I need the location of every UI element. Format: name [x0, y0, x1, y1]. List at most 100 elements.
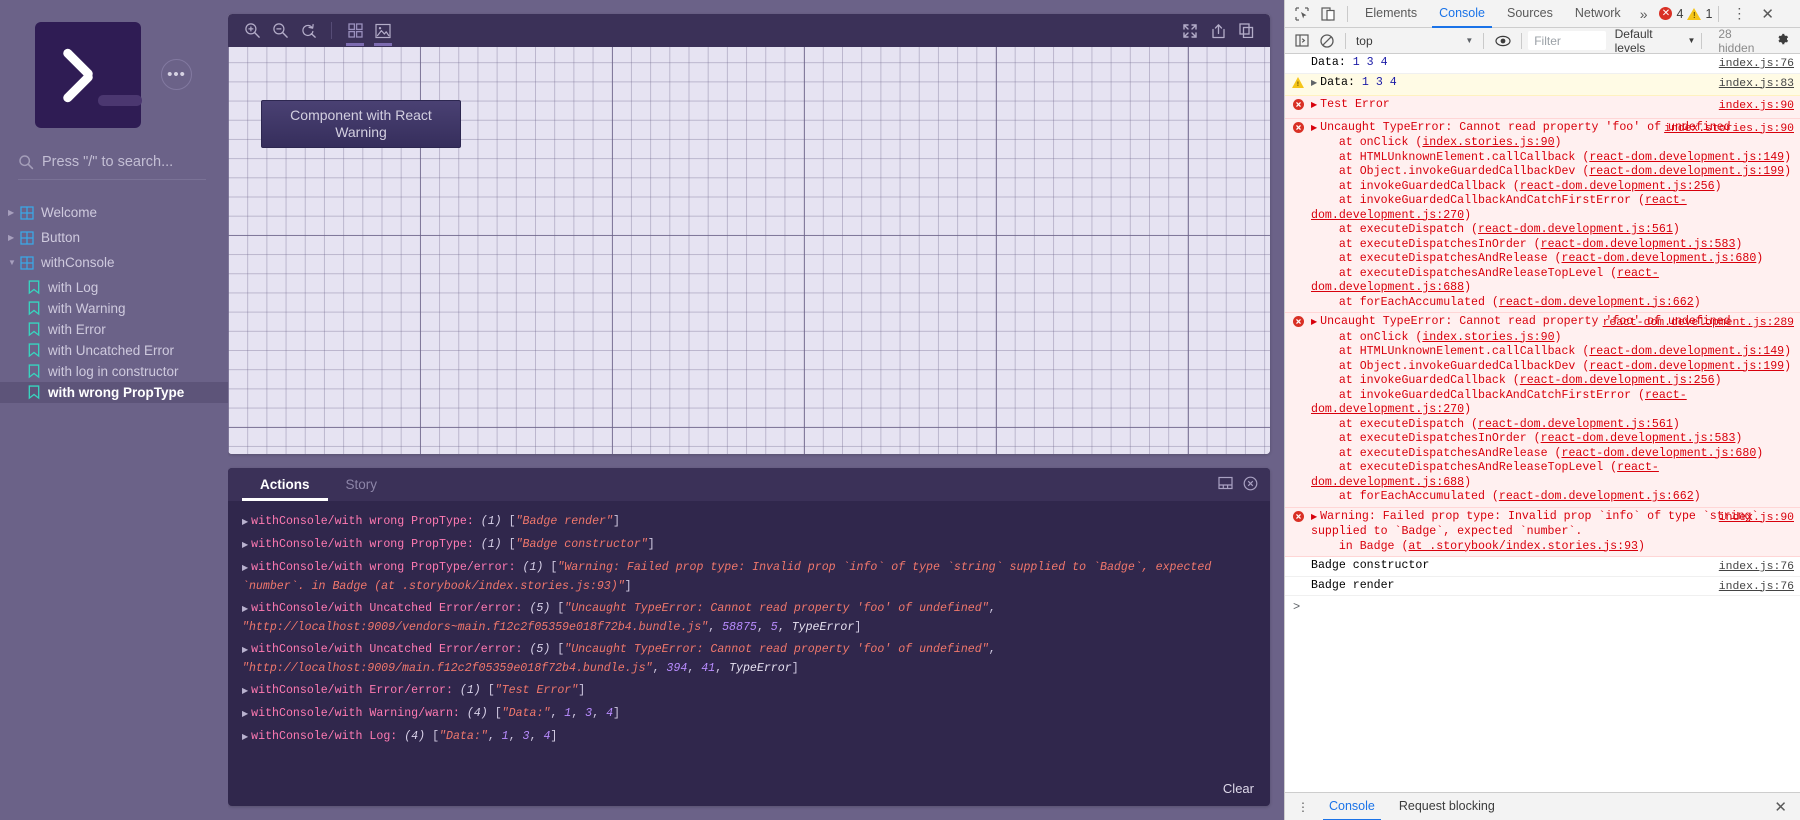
chevron-right-icon[interactable]: ▶ [242, 710, 248, 719]
chevron-right-icon[interactable]: ▶ [242, 541, 248, 550]
tab-elements[interactable]: Elements [1354, 0, 1428, 28]
source-link[interactable]: react-dom.development.js:199 [1589, 165, 1784, 178]
source-link[interactable]: react-dom.development.js:256 [1520, 374, 1715, 387]
source-link[interactable]: index.js:90 [1719, 511, 1794, 526]
sidebar-item-welcome[interactable]: ▶ Welcome [0, 202, 228, 223]
drawer-more-icon[interactable]: ⋮ [1289, 801, 1317, 813]
console-sidebar-icon[interactable] [1289, 29, 1314, 53]
source-link[interactable]: react-dom.development.js:561 [1478, 418, 1673, 431]
open-in-new-tab-icon[interactable] [1204, 17, 1232, 45]
filter-input[interactable]: Filter [1528, 31, 1606, 50]
sidebar-item-with-error[interactable]: with Error [0, 319, 228, 340]
log-levels-select[interactable]: Default levels ▼ [1615, 27, 1696, 55]
ellipsis-icon[interactable]: ••• [161, 59, 192, 90]
source-link[interactable]: index.js:76 [1719, 57, 1794, 72]
console-message-err[interactable]: ▶ Test Error index.js:90 [1285, 96, 1800, 119]
source-link[interactable]: react-dom.development.js:149 [1589, 345, 1784, 358]
source-link[interactable]: index.js:83 [1719, 77, 1794, 92]
action-log-entry[interactable]: ▶ withConsole/with Warning/warn: (4) ["Da… [228, 703, 1270, 726]
console-message-log[interactable]: Data: 1 3 4 index.js:76 [1285, 54, 1800, 74]
source-link[interactable]: index.stories.js:90 [1664, 122, 1794, 137]
console-message-err[interactable]: ▶ Uncaught TypeError: Cannot read propert… [1285, 313, 1800, 508]
image-background-icon[interactable] [369, 17, 397, 46]
grid-background-icon[interactable] [341, 17, 369, 46]
source-link[interactable]: react-dom.development.js:289 [1603, 316, 1794, 331]
source-link[interactable]: index.js:90 [1719, 99, 1794, 114]
source-link[interactable]: react-dom.development.js:680 [1561, 447, 1756, 460]
chevron-right-icon[interactable]: ▶ [242, 733, 248, 742]
expand-triangle-icon[interactable]: ▶ [1311, 318, 1317, 327]
zoom-reset-icon[interactable] [294, 17, 322, 45]
fullscreen-icon[interactable] [1176, 17, 1204, 45]
tab-console[interactable]: Console [1428, 0, 1496, 28]
zoom-out-icon[interactable] [266, 17, 294, 45]
console-message-err[interactable]: ▶ Warning: Failed prop type: Invalid prop… [1285, 507, 1800, 557]
expand-triangle-icon[interactable]: ▶ [1311, 513, 1317, 522]
sidebar-item-with-wrong-proptype[interactable]: with wrong PropType [0, 382, 228, 403]
expand-triangle-icon[interactable]: ▶ [1311, 124, 1317, 133]
settings-gear-icon[interactable] [1769, 32, 1796, 50]
source-link[interactable]: react-dom.development.js:256 [1520, 180, 1715, 193]
source-link[interactable]: react-dom.development.js:270 [1311, 194, 1687, 222]
tab-story[interactable]: Story [328, 468, 396, 501]
toggle-device-toolbar-icon[interactable] [1315, 2, 1341, 26]
chevron-right-icon[interactable]: ▶ [8, 208, 20, 217]
copy-link-icon[interactable] [1232, 17, 1260, 45]
source-link[interactable]: react-dom.development.js:680 [1561, 252, 1756, 265]
source-link[interactable]: react-dom.development.js:149 [1589, 151, 1784, 164]
sidebar-item-with-log-in-constructor[interactable]: with log in constructor [0, 361, 228, 382]
sidebar-item-with-uncatched-error[interactable]: with Uncatched Error [0, 340, 228, 361]
source-link[interactable]: react-dom.development.js:688 [1311, 267, 1659, 295]
zoom-in-icon[interactable] [238, 17, 266, 45]
action-log-entry[interactable]: ▶ withConsole/with Uncatched Error/error:… [228, 598, 1270, 639]
console-messages[interactable]: Data: 1 3 4 index.js:76! ▶ Data: 1 3 4 index… [1285, 54, 1800, 792]
source-link[interactable]: at .storybook/index.stories.js:93 [1408, 540, 1638, 553]
live-expression-icon[interactable] [1490, 29, 1515, 53]
console-prompt[interactable]: > [1285, 596, 1800, 619]
chevron-down-icon[interactable]: ▼ [8, 258, 20, 267]
source-link[interactable]: react-dom.development.js:583 [1541, 432, 1736, 445]
close-devtools-icon[interactable]: ✕ [1753, 5, 1782, 23]
expand-triangle-icon[interactable]: ▶ [1311, 101, 1317, 110]
chevron-right-icon[interactable]: ▶ [242, 687, 248, 696]
close-circle-icon[interactable] [1243, 476, 1258, 494]
more-options-icon[interactable]: ⋮ [1725, 6, 1753, 20]
clear-console-icon[interactable] [1314, 29, 1339, 53]
sidebar-item-with-warning[interactable]: with Warning [0, 298, 228, 319]
source-link[interactable]: index.stories.js:90 [1422, 136, 1554, 149]
execution-context-select[interactable]: top ▼ [1352, 31, 1477, 50]
tab-network[interactable]: Network [1564, 0, 1632, 28]
action-log-entry[interactable]: ▶ withConsole/with wrong PropType/error: … [228, 557, 1270, 598]
console-message-warn[interactable]: ! ▶ Data: 1 3 4 index.js:83 [1285, 73, 1800, 96]
drawer-tab-request-blocking[interactable]: Request blocking [1387, 793, 1507, 820]
issue-counts[interactable]: ✕ 4 1 [1659, 7, 1712, 21]
sidebar-item-withconsole[interactable]: ▼ withConsole [0, 252, 228, 273]
source-link[interactable]: react-dom.development.js:662 [1499, 490, 1694, 503]
console-message-log[interactable]: Badge constructor index.js:76 [1285, 557, 1800, 577]
source-link[interactable]: index.js:76 [1719, 560, 1794, 575]
chevron-right-icon[interactable]: ▶ [242, 564, 248, 573]
sidebar-item-with-log[interactable]: with Log [0, 277, 228, 298]
chevron-right-icon[interactable]: ▶ [8, 233, 20, 242]
console-message-log[interactable]: Badge render index.js:76 [1285, 576, 1800, 596]
action-log-entry[interactable]: ▶ withConsole/with wrong PropType: (1) ["… [228, 511, 1270, 534]
source-link[interactable]: react-dom.development.js:583 [1541, 238, 1736, 251]
chevron-right-icon[interactable]: ▶ [242, 518, 248, 527]
chevron-right-icon[interactable]: ▶ [242, 605, 248, 614]
tab-sources[interactable]: Sources [1496, 0, 1564, 28]
source-link[interactable]: react-dom.development.js:662 [1499, 296, 1694, 309]
close-drawer-icon[interactable]: ✕ [1765, 798, 1796, 816]
action-log-entry[interactable]: ▶ withConsole/with Log: (4) ["Data:", 1, … [228, 726, 1270, 749]
drawer-tab-console[interactable]: Console [1317, 793, 1387, 820]
source-link[interactable]: index.stories.js:90 [1422, 331, 1554, 344]
chevron-right-icon[interactable]: ▶ [242, 646, 248, 655]
expand-triangle-icon[interactable]: ▶ [1311, 79, 1317, 88]
dock-bottom-icon[interactable] [1218, 476, 1233, 493]
clear-actions-button[interactable]: Clear [1223, 781, 1254, 796]
search-input[interactable]: Press "/" to search... [18, 154, 206, 180]
source-link[interactable]: react-dom.development.js:561 [1478, 223, 1673, 236]
source-link[interactable]: react-dom.development.js:688 [1311, 461, 1659, 489]
action-log-entry[interactable]: ▶ withConsole/with wrong PropType: (1) ["… [228, 534, 1270, 557]
console-message-err[interactable]: ▶ Uncaught TypeError: Cannot read propert… [1285, 118, 1800, 313]
source-link[interactable]: index.js:76 [1719, 580, 1794, 595]
